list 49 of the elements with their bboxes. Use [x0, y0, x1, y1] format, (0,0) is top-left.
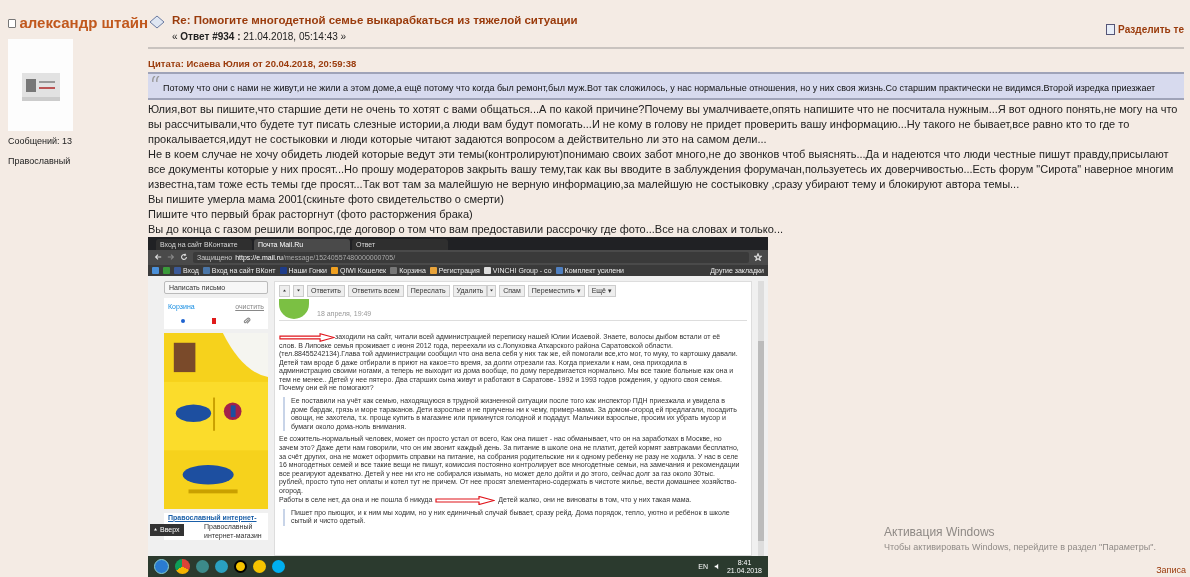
arrow-icon	[279, 332, 335, 342]
post-icon	[148, 14, 166, 30]
member-rank: Православный	[8, 155, 72, 168]
activation-text: Чтобы активировать Windows, перейдите в раздел "Параметры".	[884, 541, 1156, 554]
forward-icon[interactable]	[167, 253, 175, 261]
post-paragraph: Не в коем случае не хочу обидеть людей которые ведут эти темы(контролируют)понимаю своих забот много,не до звонков чтоб выяснять...Да и надеются что люди честные пишут правду,присылают все документы которые у них просят...Но прошу модераторов закрыть вашу тему,так как вы вводите в заблуждения форумачан,пользуетесь их доверчивостью...Есть форум "Сирота" наверное многим известна,там тоже есть темы где просят...Так вот там за малейшую не верную информацию,за малейшую не состыковку ,сразу убирают тему и блокируют автора темы...	[148, 146, 1175, 192]
app-icon[interactable]	[253, 560, 266, 573]
bookmark-icon	[390, 266, 398, 274]
split-topic-link[interactable]: Разделить те	[1118, 22, 1184, 37]
quote-header: Цитата: Исаева Юлия от 20.04.2018, 20:59:38	[148, 57, 358, 72]
post-paragraph: Юлия,вот вы пишите,что старшие дети не очень то хотят с вами общаться...А по какой причине?Почему вы умалчиваете,опять напишите что не посчитала нужным...Я вот одного понять,не могу на что вы рассчитывали,что будете тут писать слезные истории,а люди вам будут помогать...И не кому в голову не придет проверить вашу информацию...Ну такого не бывает,все равно кто то где то прокалывается,идут не состыковки и люди которые читают задаются вопросом а действительно ли это на самом дели...	[148, 101, 1179, 147]
activation-title: Активация Windows	[884, 524, 996, 541]
browser-icon[interactable]	[175, 559, 190, 574]
bookmark-icon	[202, 266, 210, 274]
split-icon[interactable]	[1106, 24, 1116, 35]
star-icon[interactable]	[754, 253, 762, 261]
previous-button[interactable]	[279, 284, 290, 297]
post-meta: « Ответ #934 : 21.04.2018, 05:14:43 »	[172, 30, 348, 45]
bookmark-icon	[555, 266, 563, 274]
bookmark-icon	[331, 266, 338, 274]
bookmark-flag-icon[interactable]	[212, 317, 216, 324]
start-icon[interactable]	[154, 559, 169, 574]
dropdown-caret-button[interactable]	[487, 284, 497, 297]
down-caret-icon	[296, 288, 301, 293]
post-paragraph: Пишите что первый брак расторгнут (фото расторжения брака)	[148, 206, 474, 222]
post-title[interactable]: Re: Помогите многодетной семье выкарабкаться из тяжелой ситуации	[172, 12, 578, 30]
paperclip-icon[interactable]	[242, 316, 251, 325]
footer-link[interactable]: Записа	[1156, 563, 1186, 577]
post-paragraph: Вы до конца с газом решили вопрос,где договор о том что вам предоставили рассрочку где фото...Все на словах и только...	[148, 221, 785, 237]
up-arrow-icon	[153, 527, 158, 532]
up-caret-icon	[282, 288, 287, 293]
scrollbar-thumb[interactable]	[758, 340, 764, 541]
quote-text: Потому что они с нами не живут,и не жили а этом доме,а ещё потому что когда был ремонт,был муж.Вот так сложилось, у нас нормальные отношения, но у них своя жизнь.Со старшим практически не видимся.Второй изредка приезжает	[163, 81, 1156, 95]
bookmark-icon	[279, 266, 287, 274]
bookmark-icon	[429, 266, 437, 274]
bookmark-icon	[483, 266, 491, 274]
app-icon[interactable]	[234, 560, 247, 573]
next-button[interactable]	[293, 284, 304, 297]
arrow-icon	[435, 495, 496, 505]
post-count: Сообщений: 13	[8, 134, 73, 148]
select-checkbox[interactable]	[8, 18, 17, 28]
caret-icon	[489, 288, 495, 293]
author-name[interactable]: александр штайн	[19, 12, 148, 35]
post-paragraph: Вы пишите умерла мама 2001(скиньте фото свидетельство о смерти)	[148, 191, 505, 207]
speaker-icon[interactable]	[713, 563, 721, 570]
quote-mark-icon	[152, 75, 160, 82]
avatar	[279, 299, 309, 319]
reload-icon[interactable]	[180, 253, 188, 261]
back-icon[interactable]	[154, 253, 162, 261]
